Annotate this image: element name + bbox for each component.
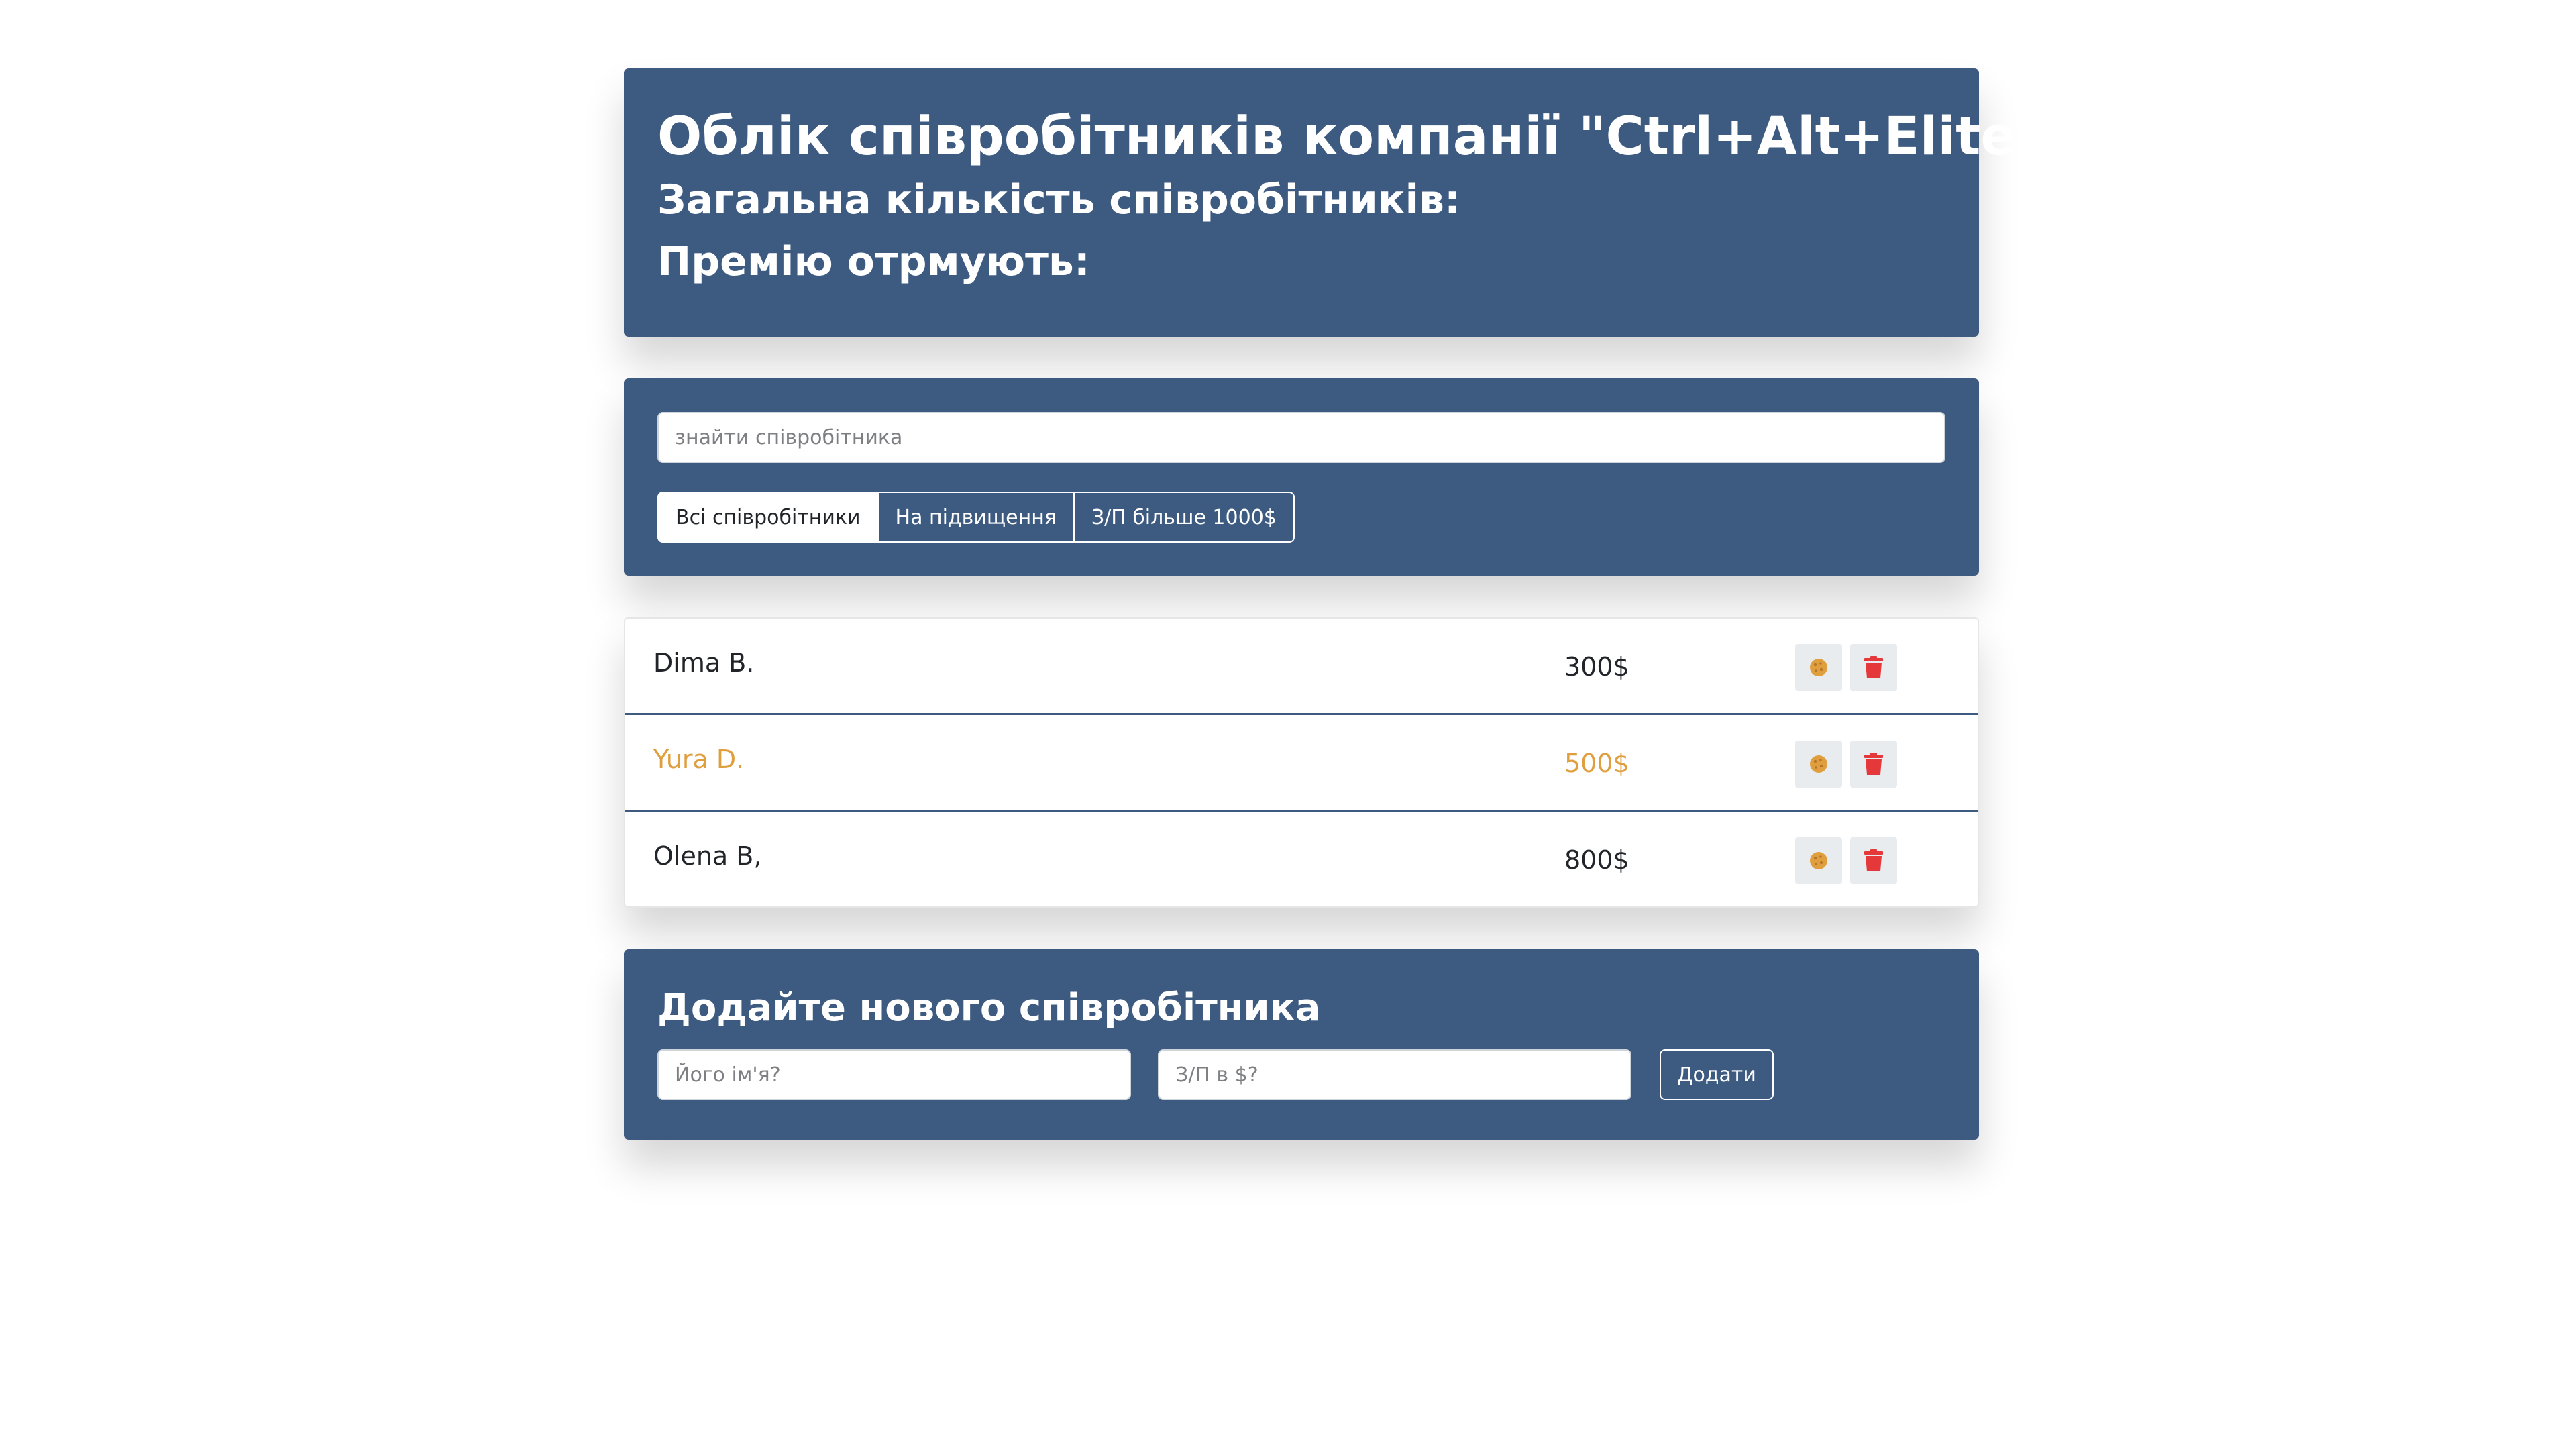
employee-salary: 500$ [1564,749,1629,778]
bonus-recipients-label: Премію отрмують: [657,238,1090,285]
employee-actions [1795,644,1897,691]
trash-icon [1864,753,1883,775]
employee-salary-input[interactable] [1158,1049,1631,1100]
trash-icon [1864,849,1883,871]
page-title: Облік співробітників компанії "Ctrl+Alt+… [657,107,2043,167]
employee-name[interactable]: Olena B, [653,841,761,871]
employee-actions [1795,837,1897,884]
cookie-icon [1810,852,1827,869]
search-panel: Всі співробітники На підвищення З/П біль… [624,378,1979,576]
employee-salary: 300$ [1564,652,1629,682]
employees-list: Dima B. 300$ Yura D. 500$ Olena B, 800$ [624,617,1979,908]
delete-employee-button[interactable] [1850,741,1897,788]
search-input[interactable] [657,412,1945,463]
filter-all-button[interactable]: Всі співробітники [657,492,879,543]
employee-actions [1795,741,1897,788]
bonus-toggle-button[interactable] [1795,741,1842,788]
employee-name-input[interactable] [657,1049,1131,1100]
employee-name[interactable]: Dima B. [653,648,754,678]
delete-employee-button[interactable] [1850,644,1897,691]
employee-row: Yura D. 500$ [625,715,1978,812]
filter-button-group: Всі співробітники На підвищення З/П біль… [657,492,1945,543]
add-employee-panel: Додайте нового співробітника Додати [624,949,1979,1140]
cookie-icon [1810,755,1827,773]
add-employee-button[interactable]: Додати [1660,1049,1774,1100]
add-employee-title: Додайте нового співробітника [657,986,1321,1030]
employee-name[interactable]: Yura D. [653,745,744,774]
add-employee-form: Додати [657,1049,1945,1100]
cookie-icon [1810,659,1827,676]
filter-salary-over-1000-button[interactable]: З/П більше 1000$ [1073,492,1295,543]
app-info-panel: Облік співробітників компанії "Ctrl+Alt+… [624,68,2043,337]
filter-promotion-button[interactable]: На підвищення [877,492,1075,543]
delete-employee-button[interactable] [1850,837,1897,884]
employee-row: Olena B, 800$ [625,812,1978,906]
total-employees-label: Загальна кількість співробітників: [657,176,1461,223]
bonus-toggle-button[interactable] [1795,644,1842,691]
employee-row: Dima B. 300$ [625,619,1978,715]
employee-salary: 800$ [1564,845,1629,875]
bonus-toggle-button[interactable] [1795,837,1842,884]
employees-app: Облік співробітників компанії "Ctrl+Alt+… [624,68,2043,1140]
trash-icon [1864,656,1883,678]
